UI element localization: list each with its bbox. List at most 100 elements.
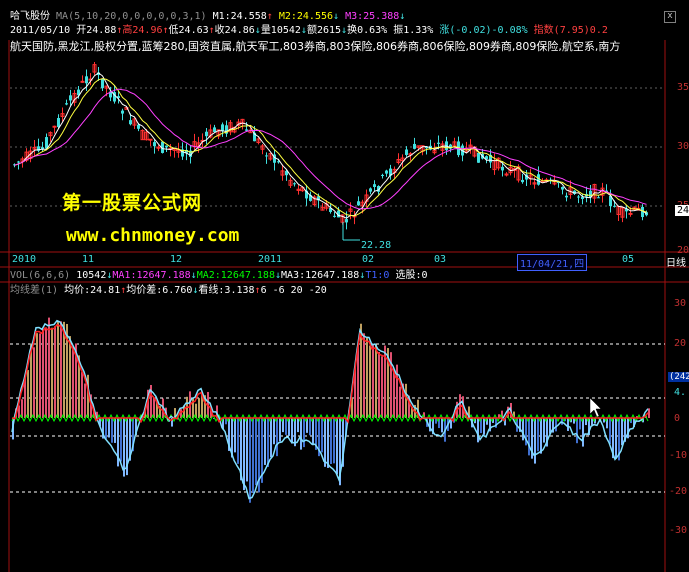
volume-t1: T1:0 — [365, 270, 390, 281]
time-label-05: 05 — [622, 254, 635, 265]
indicator-bar — [279, 418, 281, 442]
indicator-header: 均线差(1) 均价:24.81↑均价差:6.760↓看线:3.138↑6 -6 … — [10, 284, 327, 297]
quote-date: 2011/05/10 — [10, 25, 71, 36]
indicator-bar — [39, 333, 41, 418]
indicator-bar — [534, 418, 536, 464]
ma-params: MA(5,10,20,0,0,0,0,0,3,1) — [56, 11, 207, 22]
candle-body — [129, 120, 132, 125]
ind-tick-neg20: -20 — [669, 486, 688, 497]
price-tick-35: 35 — [677, 82, 689, 93]
quote-open: 开24.88 — [76, 25, 117, 36]
indicator-bar — [375, 344, 377, 418]
stock-chart-window: 哈飞股份 MA(5,10,20,0,0,0,0,0,3,1) M1:24.558… — [0, 0, 689, 572]
indicator-bar — [567, 418, 569, 431]
indicator-bar — [42, 328, 44, 418]
current-price-badge: 24 — [675, 205, 689, 216]
candle-body — [613, 205, 616, 207]
candle-body — [628, 212, 633, 215]
quote-index: 指数(7.95)0.2 — [533, 25, 608, 36]
volume-ma1: MA1:12647.188 — [112, 270, 191, 281]
indicator-bar — [309, 418, 311, 436]
volume-ma2: MA2:12647.188 — [196, 270, 275, 281]
quote-turnover: 换0.63% — [347, 25, 388, 36]
indicator-bar — [312, 418, 314, 446]
quote-amplitude: 振1.33% — [393, 25, 434, 36]
time-label-12: 12 — [170, 254, 183, 265]
candle-body — [333, 215, 336, 217]
arrow-down-icon: ↓ — [399, 11, 406, 22]
quote-low: 低24.63 — [168, 25, 209, 36]
indicator-bar — [111, 418, 113, 443]
candle-body — [413, 143, 416, 149]
indicator-bar — [621, 418, 623, 446]
indicator-bar — [303, 418, 305, 448]
indicator-bar — [114, 418, 116, 443]
close-button[interactable]: x — [664, 11, 676, 23]
time-label-2010: 2010 — [12, 254, 37, 265]
sector-tags: 航天国防,黑龙江,股权分置,蓝筹280,国资直属,航天军工,803券商,803保… — [10, 40, 621, 53]
candle-body — [153, 142, 156, 147]
indicator-avg-diff: 均价差:6.760 — [126, 285, 193, 296]
indicator-bar — [324, 418, 326, 467]
indicator-bar — [543, 418, 545, 443]
watermark-title: 第一股票公式网 — [62, 192, 203, 214]
volume-value: 10542 — [76, 270, 107, 281]
quote-volume: 量10542 — [260, 25, 301, 36]
candle-body — [17, 161, 20, 163]
indicator-bar — [399, 386, 401, 418]
indicator-bar — [405, 383, 407, 418]
candle-body — [265, 155, 268, 157]
candle-body — [597, 197, 600, 199]
candle-body — [245, 129, 248, 131]
indicator-bar — [192, 397, 194, 418]
indicator-bar — [366, 337, 368, 418]
indicator-bar — [393, 369, 395, 418]
stock-name[interactable]: 哈飞股份 — [10, 11, 50, 22]
indicator-bar — [327, 418, 329, 468]
indicator-name: 均线差(1) — [10, 285, 59, 296]
indicator-bar — [477, 418, 479, 443]
indicator-bar — [609, 418, 611, 445]
indicator-bar — [36, 333, 38, 418]
indicator-bar — [333, 418, 335, 464]
indicator-bar — [54, 326, 56, 418]
arrow-up-icon: ↑ — [266, 11, 273, 22]
candle-body — [80, 80, 85, 83]
candle-body — [577, 196, 580, 198]
ind-tick-neg10: -10 — [669, 450, 688, 461]
candle-body — [85, 76, 88, 84]
indicator-bar — [105, 418, 107, 439]
watermark-url: www.chnmoney.com — [66, 225, 240, 246]
indicator-bar — [234, 418, 236, 453]
indicator-bar — [615, 418, 617, 459]
volume-header: VOL(6,6,6) 10542↓MA1:12647.188↓MA2:12647… — [10, 269, 428, 282]
indicator-bar — [321, 418, 323, 453]
indicator-bar — [378, 352, 380, 418]
indicator-bar — [582, 418, 584, 447]
candle-body — [69, 95, 72, 101]
time-label-03: 03 — [434, 254, 447, 265]
arrow-down-icon: ↓ — [333, 11, 340, 22]
indicator-bar — [255, 418, 257, 486]
time-label-02: 02 — [362, 254, 375, 265]
candle-body — [57, 118, 60, 128]
candle-body — [357, 201, 360, 206]
indicator-bar — [267, 418, 269, 467]
candle-body — [205, 131, 208, 137]
indicator-bar — [249, 418, 251, 503]
indicator-bar — [246, 418, 248, 482]
indicator-bar — [291, 418, 293, 444]
ind-tick-20: 20 — [674, 338, 687, 349]
candle-body — [137, 124, 140, 129]
indicator-bar — [270, 418, 272, 458]
quote-info: 2011/05/10 开24.88↑高24.96↑低24.63↑收24.86↓量… — [10, 24, 608, 37]
candle-body — [369, 188, 372, 192]
candle-body — [501, 166, 504, 171]
indicator-lines — [11, 319, 649, 500]
volume-name: VOL(6,6,6) — [10, 270, 71, 281]
candle-body — [521, 179, 524, 183]
price-tick-30: 30 — [677, 141, 689, 152]
period-label[interactable]: 日线 — [666, 254, 686, 269]
indicator-bar — [381, 356, 383, 418]
indicator-bar — [48, 317, 50, 418]
